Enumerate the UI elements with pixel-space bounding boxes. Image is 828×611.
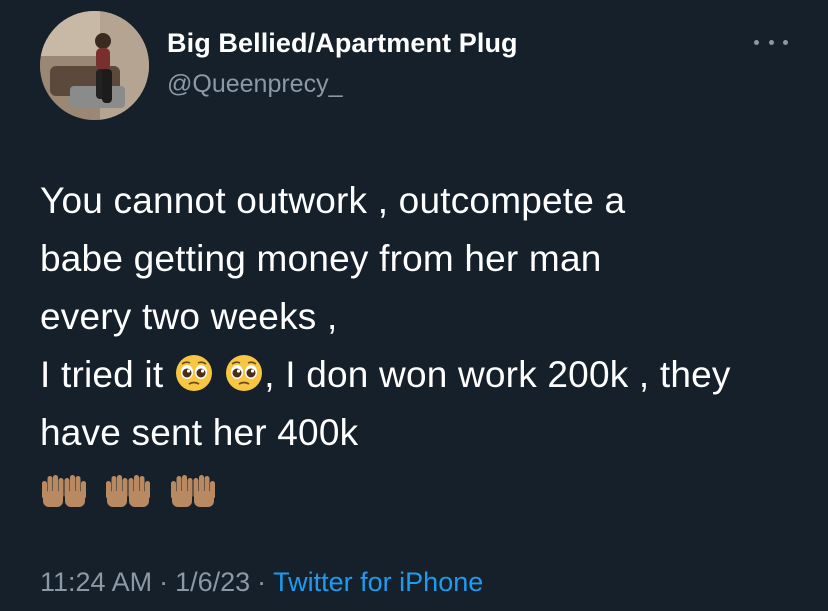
tweet-line-4: I tried it , I don won work 200k , they — [40, 346, 810, 404]
pleading-face-icon — [226, 355, 263, 392]
tweet-line-3: every two weeks , — [40, 296, 338, 337]
tweet-text: You cannot outwork , outcompete a babe g… — [40, 172, 810, 508]
raised-hands-icon — [106, 475, 151, 507]
avatar[interactable] — [40, 11, 149, 120]
tweet-line-2: babe getting money from her man — [40, 238, 602, 279]
tweet-metadata: 11:24 AM · 1/6/23 · Twitter for iPhone — [40, 567, 483, 598]
tweet-time[interactable]: 11:24 AM — [40, 567, 152, 597]
dot — [768, 39, 774, 45]
tweet-line-5: have sent her 400k — [40, 412, 359, 453]
tweet-card: Big Bellied/Apartment Plug @Queenprecy_ … — [0, 0, 828, 611]
separator: · — [159, 567, 169, 597]
dot — [783, 39, 788, 45]
pleading-face-icon — [175, 355, 212, 392]
tweet-line-1: You cannot outwork , outcompete a — [40, 180, 626, 221]
profile-photo-icon — [40, 11, 149, 120]
raised-hands-icon — [42, 475, 86, 507]
tweet-date[interactable]: 1/6/23 — [175, 567, 250, 597]
user-handle[interactable]: @Queenprecy_ — [167, 70, 342, 99]
separator: · — [257, 567, 267, 597]
more-options-icon[interactable] — [754, 32, 788, 52]
tweet-line-4-suffix: , I don won work 200k , they — [264, 354, 731, 395]
tweet-line-4-prefix: I tried it — [40, 354, 164, 395]
dot — [754, 39, 759, 45]
raised-hands-icon — [170, 475, 215, 507]
raised-hands-row — [40, 468, 810, 508]
tweet-source-link[interactable]: Twitter for iPhone — [273, 567, 483, 597]
display-name[interactable]: Big Bellied/Apartment Plug — [167, 28, 518, 59]
